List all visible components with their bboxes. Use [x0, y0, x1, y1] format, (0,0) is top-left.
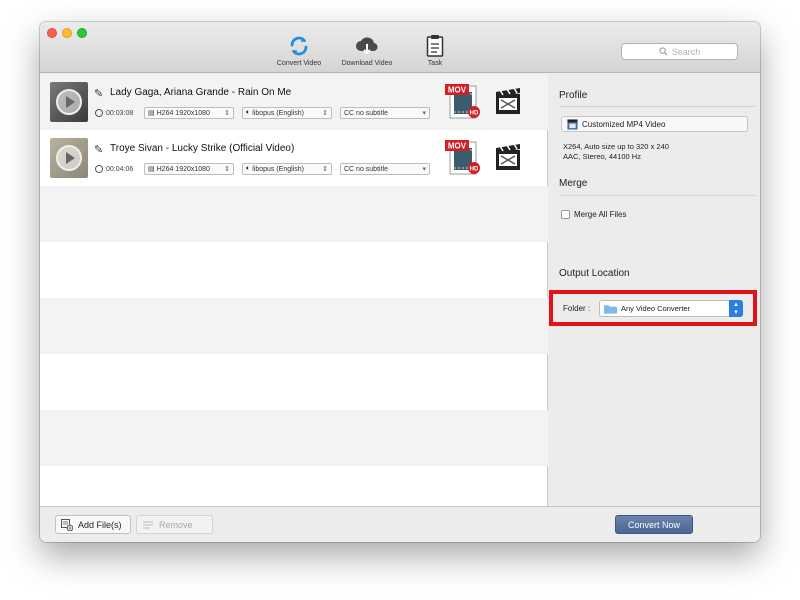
film-icon: ▤: [148, 166, 155, 173]
duration-value: 00:04:06: [106, 165, 134, 173]
subtitle-select[interactable]: CC no subtitle ▾: [340, 107, 430, 119]
chevron-updown-icon: ⇕: [322, 110, 328, 117]
list-stripe: [40, 354, 548, 410]
duration: 00:03:08: [95, 107, 133, 119]
file-title: Troye Sivan - Lucky Strike (Official Vid…: [110, 143, 295, 154]
chevron-updown-icon: ⇕: [322, 166, 328, 173]
subtitle-value: CC no subtitle: [344, 165, 388, 173]
convert-now-label: Convert Now: [627, 519, 681, 530]
checkbox-box[interactable]: [561, 210, 570, 219]
file-title: Lady Gaga, Ariana Grande - Rain On Me: [110, 87, 292, 98]
profile-heading: Profile: [559, 90, 588, 101]
profile-value: Customized MP4 Video: [582, 119, 666, 129]
toolbar: Convert Video Download Video Task Search: [40, 22, 760, 73]
video-thumbnail[interactable]: [50, 82, 88, 122]
file-list: ✎ Lady Gaga, Ariana Grande - Rain On Me …: [40, 74, 548, 506]
edit-video-icon[interactable]: [494, 88, 522, 116]
clipboard-icon: [426, 35, 444, 57]
convert-now-button[interactable]: Convert Now: [615, 515, 693, 534]
merge-all-files-checkbox[interactable]: Merge All Files: [561, 210, 626, 219]
folder-label: Folder :: [563, 304, 591, 313]
mov-badge: MOV: [448, 142, 467, 151]
audio-track-select[interactable]: 🔈︎ libopus (English) ⇕: [242, 107, 332, 119]
list-stripe: [40, 410, 548, 466]
video-track-select[interactable]: ▤ H264 1920x1080 ⇕: [144, 163, 234, 175]
merge-heading: Merge: [559, 178, 588, 189]
file-row[interactable]: ✎ Troye Sivan - Lucky Strike (Official V…: [40, 130, 548, 186]
list-stripe: [40, 298, 548, 354]
hd-badge: HD: [470, 167, 479, 173]
subtitle-value: CC no subtitle: [344, 109, 388, 117]
search-placeholder: Search: [671, 46, 701, 57]
profile-description-line: AAC, Stereo, 44100 Hz: [563, 152, 641, 161]
film-icon: ▤: [148, 110, 155, 117]
play-icon[interactable]: [56, 89, 82, 115]
divider: [559, 106, 755, 107]
task-tool[interactable]: Task: [414, 34, 456, 67]
clock-icon: [95, 165, 103, 173]
play-icon[interactable]: [56, 145, 82, 171]
audio-track-value: libopus (English): [252, 109, 304, 117]
video-thumbnail[interactable]: [50, 138, 88, 178]
chevron-down-icon: ▾: [422, 166, 426, 173]
speaker-icon: 🔈︎: [246, 109, 251, 116]
chevron-updown-icon: ⇕: [224, 166, 230, 173]
video-track-select[interactable]: ▤ H264 1920x1080 ⇕: [144, 107, 234, 119]
list-stripe: [40, 242, 548, 298]
output-location-heading: Output Location: [559, 268, 630, 279]
speaker-icon: 🔈︎: [246, 165, 251, 172]
maximize-window-button[interactable]: [77, 28, 87, 38]
folder-value: Any Video Converter: [621, 304, 691, 313]
duration: 00:04:06: [95, 163, 133, 175]
edit-video-icon[interactable]: [494, 144, 522, 172]
list-stripe: [40, 186, 548, 242]
output-format-mov-icon[interactable]: MOV HD: [444, 138, 484, 178]
duration-value: 00:03:08: [106, 109, 134, 117]
convert-refresh-icon: [290, 36, 308, 56]
search-input[interactable]: Search: [621, 43, 738, 60]
cloud-download-icon: [356, 37, 378, 55]
folder-highlight: Folder : Any Video Converter ▴ ▾: [549, 290, 757, 326]
convert-video-tool[interactable]: Convert Video: [270, 34, 328, 67]
chevron-updown-icon: ⇕: [224, 110, 230, 117]
settings-panel: Profile Customized MP4 Video X264, Auto …: [549, 74, 760, 506]
video-track-value: H264 1920x1080: [156, 165, 210, 173]
file-row[interactable]: ✎ Lady Gaga, Ariana Grande - Rain On Me …: [40, 74, 548, 130]
divider: [559, 195, 755, 196]
audio-track-value: libopus (English): [252, 165, 304, 173]
video-track-value: H264 1920x1080: [156, 109, 210, 117]
output-folder-select[interactable]: Any Video Converter ▴ ▾: [599, 300, 743, 317]
output-format-mov-icon[interactable]: MOV HD: [444, 82, 484, 122]
video-clapper-icon: [567, 118, 578, 130]
subtitle-select[interactable]: CC no subtitle ▾: [340, 163, 430, 175]
remove-label: Remove: [159, 519, 193, 530]
clock-icon: [95, 109, 103, 117]
rename-pencil-icon[interactable]: ✎: [94, 87, 103, 100]
profile-description-line: X264, Auto size up to 320 x 240: [563, 142, 669, 151]
merge-all-files-label: Merge All Files: [574, 210, 627, 219]
folder-icon: [604, 304, 617, 314]
profile-select-button[interactable]: Customized MP4 Video: [561, 116, 748, 132]
minimize-window-button[interactable]: [62, 28, 72, 38]
chevron-updown-icon[interactable]: ▴ ▾: [729, 300, 743, 317]
rename-pencil-icon[interactable]: ✎: [94, 143, 103, 156]
bottom-bar: Add File(s) Remove Convert Now: [40, 506, 760, 542]
add-files-button[interactable]: Add File(s): [55, 515, 131, 534]
remove-list-icon: [143, 521, 153, 528]
hd-badge: HD: [470, 111, 479, 117]
app-window: Convert Video Download Video Task Search…: [40, 22, 760, 542]
mov-badge: MOV: [448, 86, 467, 95]
task-label: Task: [427, 60, 443, 67]
search-icon: [659, 47, 668, 56]
download-video-label: Download Video: [341, 60, 393, 67]
add-files-label: Add File(s): [78, 519, 122, 530]
audio-track-select[interactable]: 🔈︎ libopus (English) ⇕: [242, 163, 332, 175]
convert-video-label: Convert Video: [276, 60, 322, 67]
chevron-down-icon: ▾: [422, 110, 426, 117]
add-file-icon: [61, 518, 73, 531]
close-window-button[interactable]: [47, 28, 57, 38]
download-video-tool[interactable]: Download Video: [334, 34, 400, 67]
remove-button[interactable]: Remove: [136, 515, 213, 534]
